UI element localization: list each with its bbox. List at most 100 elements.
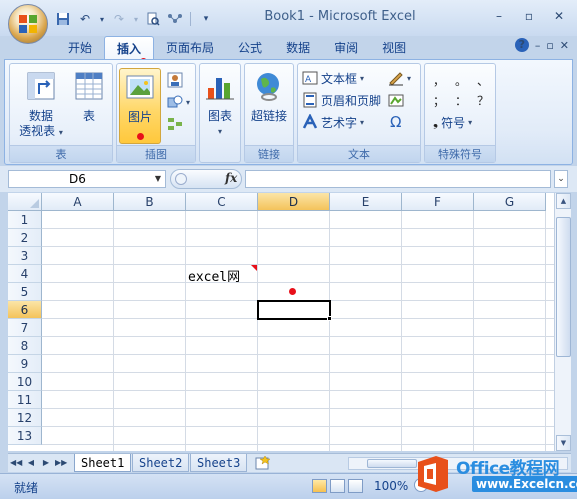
scroll-down-icon[interactable]: ▼ xyxy=(556,435,571,451)
tab-page-layout[interactable]: 页面布局 xyxy=(154,36,226,60)
sheet-tab-sheet3[interactable]: Sheet3 xyxy=(190,454,248,472)
sheet-tab-sheet2[interactable]: Sheet2 xyxy=(132,454,190,472)
row-header-13[interactable]: 13 xyxy=(8,427,42,445)
zoom-level[interactable]: 100% xyxy=(374,479,408,493)
name-box-dropdown-icon[interactable]: ▼ xyxy=(155,174,161,183)
row-header-1[interactable]: 1 xyxy=(8,211,42,229)
column-header-c[interactable]: C xyxy=(186,193,258,211)
ribbon-restore-button[interactable]: ▫ xyxy=(546,39,553,52)
tab-home[interactable]: 开始 xyxy=(56,36,104,60)
redo-dropdown-icon[interactable]: ▾ xyxy=(132,10,140,28)
vertical-scrollbar[interactable]: ▲ ▼ xyxy=(554,193,571,451)
column-header-e[interactable]: E xyxy=(330,193,402,211)
row-header-3[interactable]: 3 xyxy=(8,247,42,265)
column-header-g[interactable]: G xyxy=(474,193,546,211)
hyperlink-globe-icon xyxy=(257,73,279,101)
pivot-table-button[interactable]: 数据 透视表 ▾ xyxy=(14,68,68,144)
insert-sheet-icon[interactable] xyxy=(254,455,272,471)
tab-review[interactable]: 审阅 xyxy=(322,36,370,60)
sheet-tab-sheet1[interactable]: Sheet1 xyxy=(74,454,132,472)
shapes-dropdown-icon: ▾ xyxy=(186,97,191,107)
chart-button[interactable]: 图表 ▾ xyxy=(200,68,240,144)
horizontal-scroll-thumb[interactable] xyxy=(367,459,417,468)
signature-line-button[interactable]: ▾ xyxy=(388,68,411,88)
expand-formula-bar-icon[interactable]: ⌄ xyxy=(554,170,568,188)
page-break-view-icon[interactable] xyxy=(348,479,363,493)
office-button[interactable] xyxy=(8,4,48,44)
column-header-d[interactable]: D xyxy=(258,193,330,211)
undo-icon[interactable]: ↶ xyxy=(76,10,94,28)
customize-qat-icon[interactable]: ▾ xyxy=(197,10,215,28)
symbol-period[interactable]: 。 xyxy=(455,72,467,89)
ribbon-minimize-button[interactable]: – xyxy=(535,39,541,52)
row-header-5[interactable]: 5 xyxy=(8,283,42,301)
column-header-b[interactable]: B xyxy=(114,193,186,211)
header-footer-button[interactable]: 页眉和页脚 xyxy=(302,90,381,110)
row-header-11[interactable]: 11 xyxy=(8,391,42,409)
row-header-8[interactable]: 8 xyxy=(8,337,42,355)
row-header-2[interactable]: 2 xyxy=(8,229,42,247)
group-illustrations-label: 插图 xyxy=(117,145,195,162)
formula-input[interactable] xyxy=(245,170,551,188)
column-header-a[interactable]: A xyxy=(42,193,114,211)
tab-formulas[interactable]: 公式 xyxy=(226,36,274,60)
symbol-enum-comma[interactable]: 、 xyxy=(477,72,489,89)
row-header-9[interactable]: 9 xyxy=(8,355,42,373)
grid-row-line xyxy=(42,408,554,409)
vertical-scroll-thumb[interactable] xyxy=(556,217,571,357)
help-icon[interactable]: ? xyxy=(514,38,529,52)
next-sheet-icon[interactable]: ▶ xyxy=(40,456,52,470)
row-header-10[interactable]: 10 xyxy=(8,373,42,391)
worksheet-grid[interactable]: ABCDEFG 1 2 3 4 5 6 7 8 9 10 11 12 13 excel网 xyxy=(8,193,554,451)
name-box[interactable]: D6 ▼ xyxy=(8,170,166,188)
first-sheet-icon[interactable]: ◀◀ xyxy=(10,456,22,470)
ribbon-close-button[interactable]: ✕ xyxy=(560,39,569,52)
textbox-button[interactable]: A 文本框 ▾ xyxy=(302,68,364,88)
select-all-button[interactable] xyxy=(8,193,42,211)
omega-symbol-button[interactable]: Ω xyxy=(390,112,401,132)
symbol-semicolon[interactable]: ； xyxy=(433,92,445,109)
active-cell-d6[interactable] xyxy=(257,300,331,320)
shapes-icon[interactable] xyxy=(166,10,184,28)
row-header-12[interactable]: 12 xyxy=(8,409,42,427)
print-preview-icon[interactable] xyxy=(144,10,162,28)
status-ready: 就绪 xyxy=(14,481,39,495)
picture-label: 图片 xyxy=(127,110,152,124)
symbol-button[interactable]: ❟ 符号 ▾ xyxy=(433,112,472,132)
clip-art-button[interactable] xyxy=(167,70,183,90)
column-header-f[interactable]: F xyxy=(402,193,474,211)
scroll-up-icon[interactable]: ▲ xyxy=(556,193,571,209)
close-button[interactable]: ✕ xyxy=(545,6,573,26)
symbol-comma[interactable]: ， xyxy=(433,72,445,89)
shapes-button[interactable]: ▾ xyxy=(167,92,190,112)
tab-view[interactable]: 视图 xyxy=(370,36,418,60)
pivot-table-icon xyxy=(27,72,55,100)
table-button[interactable]: 表 xyxy=(68,68,110,144)
last-sheet-icon[interactable]: ▶▶ xyxy=(55,456,67,470)
fill-handle[interactable] xyxy=(327,316,332,321)
save-icon[interactable] xyxy=(54,10,72,28)
redo-icon[interactable]: ↷ xyxy=(110,10,128,28)
row-header-4[interactable]: 4 xyxy=(8,265,42,283)
symbol-colon[interactable]: ： xyxy=(455,92,467,109)
row-header-7[interactable]: 7 xyxy=(8,319,42,337)
textbox-label: 文本框 xyxy=(321,71,358,86)
page-layout-view-icon[interactable] xyxy=(330,479,345,493)
symbol-dropdown-icon: ▾ xyxy=(468,117,473,127)
tab-data[interactable]: 数据 xyxy=(274,36,322,60)
smartart-button[interactable] xyxy=(167,114,183,134)
object-button[interactable] xyxy=(388,90,404,110)
undo-dropdown-icon[interactable]: ▾ xyxy=(98,10,106,28)
cell-c4[interactable]: excel网 xyxy=(188,266,240,285)
tab-insert[interactable]: 插入 xyxy=(104,36,155,60)
minimize-button[interactable]: – xyxy=(485,6,513,26)
symbol-question[interactable]: ？ xyxy=(477,92,489,109)
insert-function-button[interactable]: fx xyxy=(225,171,237,185)
hyperlink-button[interactable]: 超链接 xyxy=(246,68,292,144)
normal-view-icon[interactable] xyxy=(312,479,327,493)
restore-button[interactable]: ▫ xyxy=(515,6,543,26)
cancel-circle-icon[interactable] xyxy=(175,173,187,185)
wordart-button[interactable]: 艺术字 ▾ xyxy=(302,112,364,132)
prev-sheet-icon[interactable]: ◀ xyxy=(25,456,37,470)
row-header-6[interactable]: 6 xyxy=(8,301,42,319)
